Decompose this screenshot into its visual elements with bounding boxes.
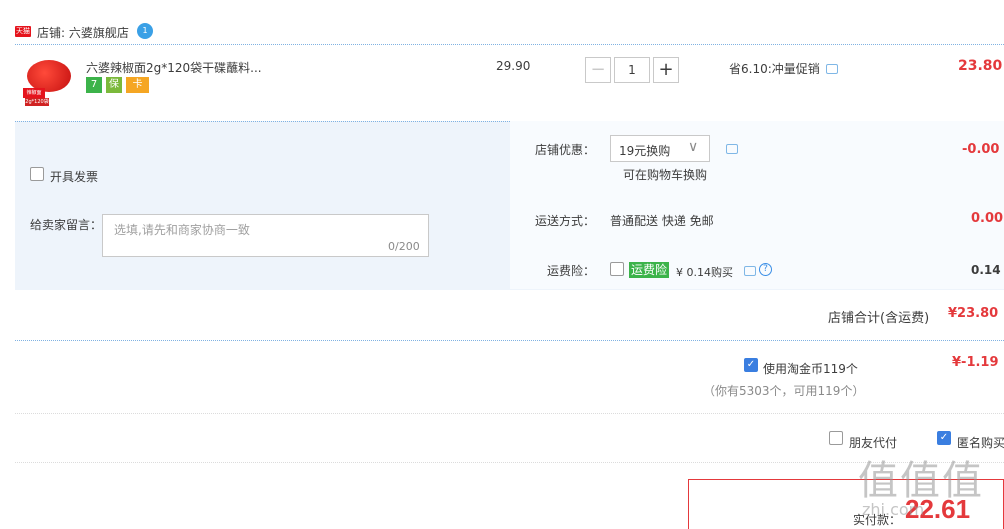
shop-discount-label: 店铺优惠： [535,143,596,157]
shop-discount-selected[interactable]: 19元换购 [619,142,670,159]
promo-text: 省6.10:冲量促销 [729,62,820,76]
shipping-cost: 0.00 [971,211,1004,226]
store-total-label: 店铺合计(含运费) [828,311,930,326]
service-card-icon[interactable]: 卡 [126,77,149,93]
unit-price: 29.90 [496,59,531,73]
divider [15,340,1004,341]
thumb-tag: 辣椒面 [23,88,45,98]
coins-checkbox[interactable]: ✓ [744,358,758,372]
chat-bubble-icon[interactable]: 1 [137,23,153,39]
message-label: 给卖家留言： [30,218,103,232]
service-7day-icon[interactable]: 7 [86,77,102,93]
tmall-badge: 天猫 [15,26,31,37]
coins-label[interactable]: 使用淘金币119个 [763,360,858,377]
watermark-url: zhi.com [862,500,925,519]
divider [15,413,1004,414]
friend-pay-checkbox[interactable] [829,431,843,445]
divider [15,44,1004,45]
cart-exchange-tip: 可在购物车换购 [623,168,708,182]
coins-discount-value: ¥-1.19 [952,355,999,370]
shipping-method: 普通配送 快递 免邮 [610,214,714,228]
insurance-price: ¥ 0.14购买 [676,266,733,279]
insurance-checkbox[interactable] [610,262,624,276]
quantity-increase-button[interactable]: + [653,57,679,83]
product-thumbnail[interactable]: 辣椒面 2g*120袋 [23,56,75,108]
invoice-label[interactable]: 开具发票 [50,168,98,185]
item-subtotal: 23.80 [958,58,1003,74]
comment-icon[interactable] [726,144,738,154]
insurance-label: 运费险： [547,264,596,278]
store-name[interactable]: 店铺: 六婆旗舰店 [37,24,129,41]
insurance-tag: 运费险 [629,262,670,278]
message-placeholder: 选填,请先和商家协商一致 [114,223,250,237]
quantity-input[interactable]: 1 [614,57,650,83]
insurance-value: 0.14 [971,263,1001,277]
comment-icon[interactable] [744,266,756,276]
comment-icon[interactable] [826,64,838,74]
watermark-logo: 值值值 [858,458,984,504]
anonymous-checkbox[interactable]: ✓ [937,431,951,445]
shop-discount-value: -0.00 [962,142,1000,157]
thumb-tag2: 2g*120袋 [25,98,49,106]
chevron-down-icon[interactable]: ∨ [688,139,698,155]
store-total-value: ¥23.80 [948,306,999,321]
coins-availability: （你有5303个，可用119个） [703,384,865,398]
item-title[interactable]: 六婆辣椒面2g*120袋干碟蘸料... [86,59,262,76]
invoice-checkbox[interactable] [30,167,44,181]
divider [15,462,1004,463]
quantity-decrease-button[interactable]: − [585,57,611,83]
help-icon[interactable]: ? [759,263,772,276]
service-guarantee-icon[interactable]: 保 [106,77,122,93]
shipping-label: 运送方式： [535,214,596,228]
message-char-count: 0/200 [388,240,420,253]
